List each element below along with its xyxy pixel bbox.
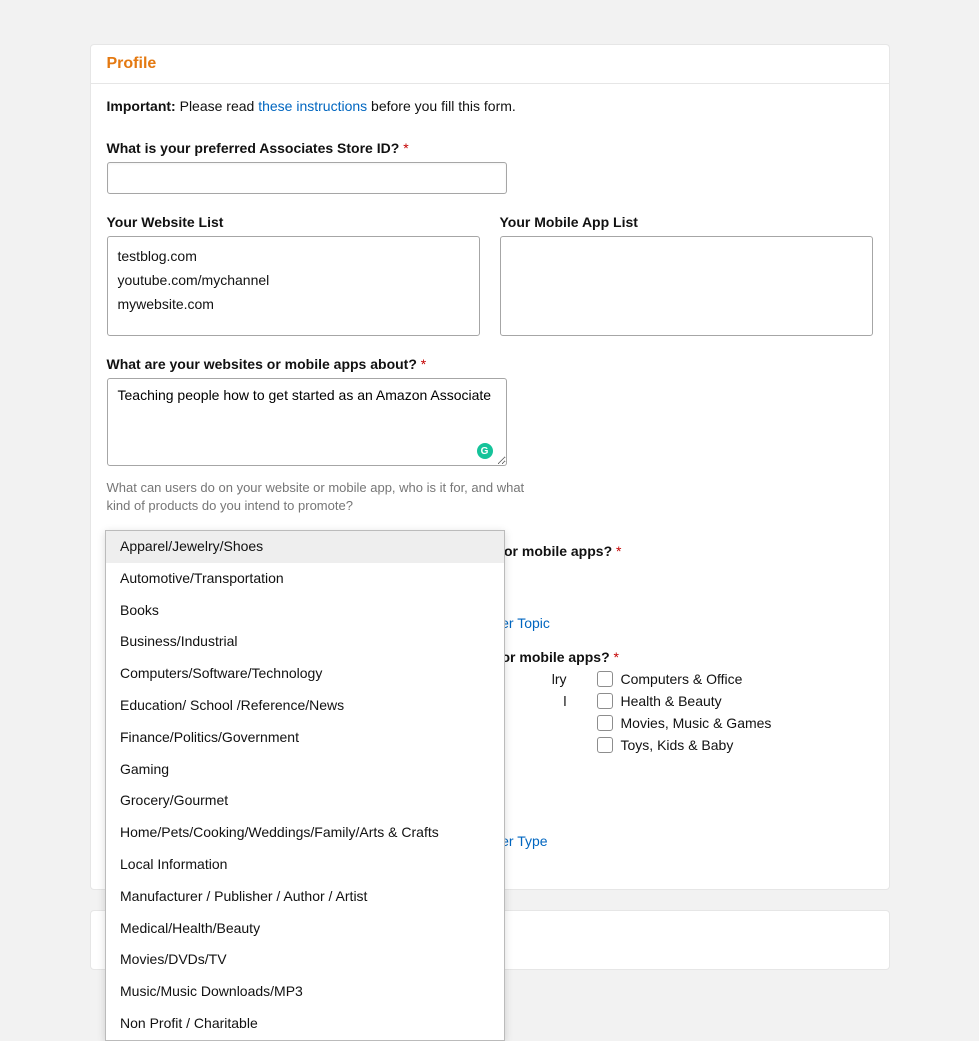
dropdown-option[interactable]: Apparel/Jewelry/Shoes xyxy=(106,531,504,563)
mobile-list-box[interactable] xyxy=(500,236,873,336)
dropdown-option[interactable]: Automotive/Transportation xyxy=(106,563,504,595)
checkbox[interactable] xyxy=(597,671,613,687)
checkbox-col-right: Computers & Office Health & Beauty Movies,… xyxy=(597,671,772,753)
mobile-list-col: Your Mobile App List xyxy=(500,214,873,336)
dropdown-option[interactable]: Non Profit / Charitable xyxy=(106,1008,504,1040)
website-list-col: Your Website List testblog.comyoutube.co… xyxy=(107,214,480,336)
dropdown-option[interactable]: Business/Industrial xyxy=(106,626,504,658)
checkbox-label: l xyxy=(563,693,566,709)
checkbox-label: Computers & Office xyxy=(621,671,743,687)
about-label: What are your websites or mobile apps ab… xyxy=(107,356,873,372)
dropdown-option[interactable]: Gaming xyxy=(106,754,504,786)
checkbox[interactable] xyxy=(597,715,613,731)
checkbox-col-partial: lry l xyxy=(507,671,567,709)
checkbox-label: lry xyxy=(552,671,567,687)
dropdown-option[interactable]: Medical/Health/Beauty xyxy=(106,913,504,945)
dropdown-option[interactable]: Books xyxy=(106,595,504,627)
website-list-label: Your Website List xyxy=(107,214,480,230)
website-list-item[interactable]: mywebsite.com xyxy=(118,293,469,317)
checkbox-row[interactable]: Movies, Music & Games xyxy=(597,715,772,731)
dropdown-option[interactable]: Movies/DVDs/TV xyxy=(106,944,504,976)
website-list-box[interactable]: testblog.comyoutube.com/mychannelmywebsi… xyxy=(107,236,480,336)
dropdown-option[interactable]: Grocery/Gourmet xyxy=(106,785,504,817)
checkbox-label: Movies, Music & Games xyxy=(621,715,772,731)
checkbox-row[interactable]: l xyxy=(563,693,566,709)
important-prefix: Important: xyxy=(107,98,176,114)
checkbox[interactable] xyxy=(597,693,613,709)
grammarly-icon[interactable] xyxy=(477,443,493,459)
store-id-label: What is your preferred Associates Store … xyxy=(107,140,873,156)
store-id-section: What is your preferred Associates Store … xyxy=(107,140,873,194)
about-textarea-wrap xyxy=(107,378,507,469)
website-list-item[interactable]: youtube.com/mychannel xyxy=(118,269,469,293)
dropdown-option[interactable]: Finance/Politics/Government xyxy=(106,722,504,754)
important-notice: Important: Please read these instruction… xyxy=(107,98,873,114)
instructions-link[interactable]: these instructions xyxy=(258,98,367,114)
about-textarea[interactable] xyxy=(107,378,507,466)
store-id-input[interactable] xyxy=(107,162,507,194)
about-help-text: What can users do on your website or mob… xyxy=(107,479,527,515)
panel-title: Profile xyxy=(91,45,889,84)
checkbox[interactable] xyxy=(597,737,613,753)
items-label-fragment: or mobile apps? * xyxy=(502,649,619,665)
important-mid: Please read xyxy=(176,98,259,114)
dropdown-option[interactable]: Education/ School /Reference/News xyxy=(106,690,504,722)
dropdown-option[interactable]: Home/Pets/Cooking/Weddings/Family/Arts &… xyxy=(106,817,504,849)
about-section: What are your websites or mobile apps ab… xyxy=(107,356,873,515)
website-list-item[interactable]: testblog.com xyxy=(118,245,469,269)
dropdown-option[interactable]: Computers/Software/Technology xyxy=(106,658,504,690)
lists-row: Your Website List testblog.comyoutube.co… xyxy=(107,214,873,336)
checkbox-label: Toys, Kids & Baby xyxy=(621,737,734,753)
mobile-list-label: Your Mobile App List xyxy=(500,214,873,230)
important-suffix: before you fill this form. xyxy=(367,98,516,114)
dropdown-option[interactable]: Manufacturer / Publisher / Author / Arti… xyxy=(106,881,504,913)
dropdown-option[interactable]: Music/Music Downloads/MP3 xyxy=(106,976,504,1008)
checkbox-row[interactable]: Health & Beauty xyxy=(597,693,772,709)
checkbox-row[interactable]: Toys, Kids & Baby xyxy=(597,737,772,753)
dropdown-option[interactable]: Local Information xyxy=(106,849,504,881)
checkbox-label: Health & Beauty xyxy=(621,693,722,709)
checkbox-row[interactable]: Computers & Office xyxy=(597,671,772,687)
checkbox-row[interactable]: lry xyxy=(552,671,567,687)
topic-dropdown[interactable]: Apparel/Jewelry/ShoesAutomotive/Transpor… xyxy=(105,530,505,1041)
